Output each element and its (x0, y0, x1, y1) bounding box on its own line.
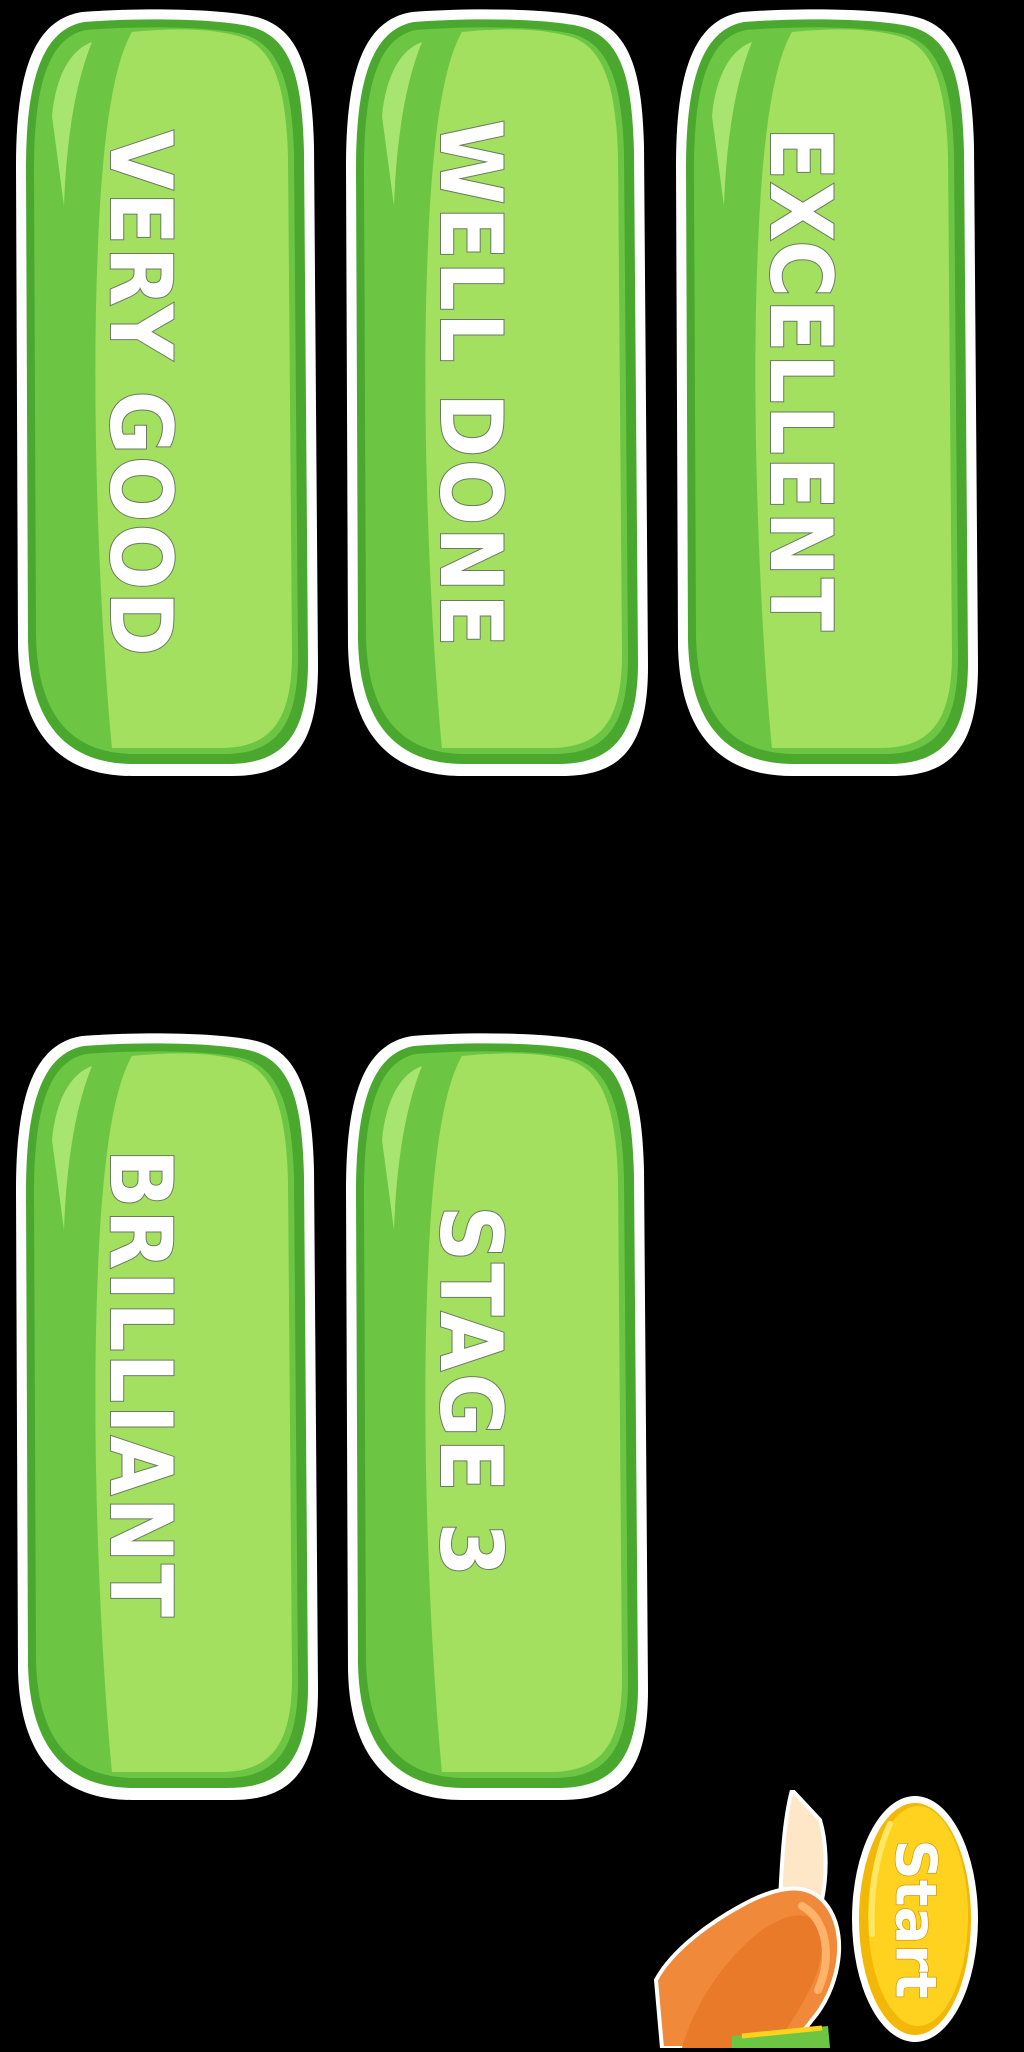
pointing-hand-icon (652, 1785, 852, 2050)
start-button[interactable]: Start (850, 1794, 980, 2044)
brilliant-button[interactable]: BRILLIANT (12, 1030, 324, 1806)
button-label: WELL DONE (419, 118, 521, 649)
very-good-button[interactable]: VERY GOOD (12, 6, 324, 782)
well-done-button[interactable]: WELL DONE (342, 6, 654, 782)
excellent-button[interactable]: EXCELLENT (672, 6, 984, 782)
button-label: BRILLIANT (89, 1148, 191, 1620)
button-label: VERY GOOD (89, 129, 191, 659)
button-label: EXCELLENT (749, 126, 851, 634)
stage-3-button[interactable]: STAGE 3 (342, 1030, 654, 1806)
start-label: Start (882, 1839, 949, 2000)
button-label: STAGE 3 (419, 1205, 521, 1580)
